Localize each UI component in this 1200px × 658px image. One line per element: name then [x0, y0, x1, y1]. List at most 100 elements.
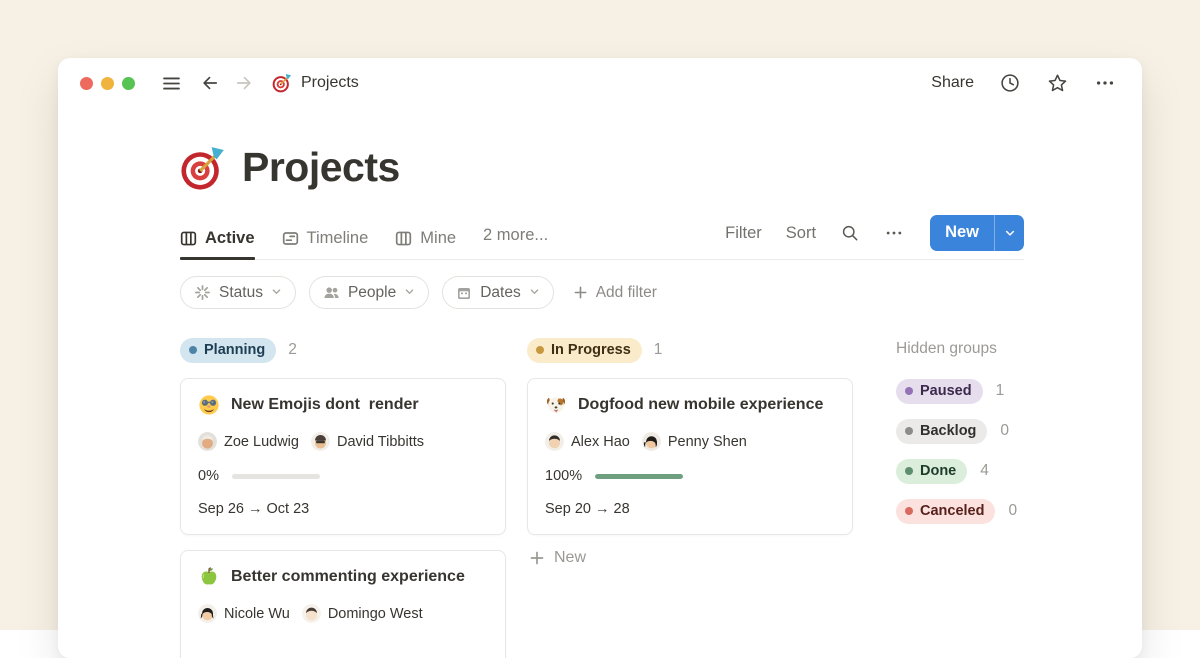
- add-filter-button[interactable]: Add filter: [573, 284, 657, 302]
- avatar: [198, 432, 217, 451]
- hidden-group-paused: Paused 1: [896, 378, 1017, 404]
- timeline-view-icon: [282, 230, 299, 247]
- status-dot: [905, 467, 913, 475]
- plus-icon: [573, 285, 588, 300]
- hidden-group-canceled: Canceled 0: [896, 498, 1017, 524]
- avatar: [302, 604, 321, 623]
- minimize-window-button[interactable]: [101, 77, 114, 90]
- group-count: 0: [1008, 502, 1017, 520]
- breadcrumb[interactable]: Projects: [272, 73, 359, 93]
- board-view-icon: [395, 230, 412, 247]
- traffic-lights: [80, 77, 135, 90]
- kanban-board: Planning 2: [180, 337, 1024, 658]
- person: Penny Shen: [642, 432, 747, 451]
- person: Nicole Wu: [198, 604, 290, 623]
- window-topbar: Projects Share: [58, 58, 1142, 108]
- people-icon: [323, 284, 340, 301]
- person: David Tibbitts: [311, 432, 424, 451]
- new-button[interactable]: New: [930, 215, 994, 251]
- page-title[interactable]: Projects: [180, 144, 1024, 191]
- status-pill-planning[interactable]: Planning: [180, 338, 276, 363]
- status-pill-paused[interactable]: Paused: [896, 379, 983, 404]
- column-count: 2: [288, 341, 297, 359]
- card-title-text: Dogfood new mobile experience: [578, 396, 823, 414]
- new-button-group: New: [930, 215, 1024, 251]
- new-card-button[interactable]: New: [527, 549, 853, 567]
- avatar: [545, 432, 564, 451]
- card-new-emojis[interactable]: New Emojis dont render Zoe Ludwig: [180, 378, 506, 535]
- page-content: Projects Active T: [58, 144, 1142, 658]
- board-view-icon: [180, 230, 197, 247]
- column-in-progress: In Progress 1: [527, 337, 853, 658]
- hidden-group-done: Done 4: [896, 458, 1017, 484]
- people-filter-chip[interactable]: People: [309, 276, 429, 309]
- tab-mine[interactable]: Mine: [395, 222, 456, 259]
- person: Domingo West: [302, 604, 423, 623]
- card-people-row: Zoe Ludwig David Tibbitts: [198, 432, 488, 451]
- column-count: 1: [654, 341, 663, 359]
- filter-button[interactable]: Filter: [725, 224, 762, 243]
- card-better-commenting[interactable]: Better commenting experience Nicole Wu: [180, 550, 506, 658]
- zoom-window-button[interactable]: [122, 77, 135, 90]
- group-count: 0: [1000, 422, 1009, 440]
- avatar: [311, 432, 330, 451]
- card-progress-row: 100%: [545, 468, 835, 484]
- card-list: Dogfood new mobile experience Alex Hao: [527, 378, 853, 535]
- hidden-group-backlog: Backlog 0: [896, 418, 1017, 444]
- progress-label: 0%: [198, 468, 219, 484]
- search-icon[interactable]: [840, 223, 860, 243]
- updates-clock-icon[interactable]: [999, 72, 1021, 94]
- view-tabs-bar: Active Timeline Mine: [180, 215, 1024, 260]
- status-dot: [905, 427, 913, 435]
- card-list: New Emojis dont render Zoe Ludwig: [180, 378, 506, 658]
- status-dot: [905, 387, 913, 395]
- card-dates: Sep 20 → 28: [545, 501, 835, 517]
- status-pill-backlog[interactable]: Backlog: [896, 419, 987, 444]
- sort-button[interactable]: Sort: [786, 224, 816, 243]
- share-button[interactable]: Share: [931, 74, 974, 92]
- back-arrow-icon[interactable]: [200, 73, 220, 93]
- more-tabs-link[interactable]: 2 more...: [483, 226, 548, 256]
- tab-active[interactable]: Active: [180, 222, 255, 259]
- view-options-icon[interactable]: [884, 223, 904, 243]
- chevron-down-icon: [529, 284, 540, 302]
- hidden-groups-list: Paused 1 Backlog 0: [896, 378, 1017, 524]
- dog-face-emoji-icon: [545, 394, 567, 416]
- status-pill-canceled[interactable]: Canceled: [896, 499, 995, 524]
- dates-filter-chip[interactable]: Dates: [442, 276, 554, 309]
- avatar: [642, 432, 661, 451]
- card-dogfood-mobile[interactable]: Dogfood new mobile experience Alex Hao: [527, 378, 853, 535]
- close-window-button[interactable]: [80, 77, 93, 90]
- card-dates: Sep 26 → Oct 23: [198, 501, 488, 517]
- card-people-row: Nicole Wu Domingo West: [198, 604, 488, 623]
- card-title-text: Better commenting experience: [231, 568, 465, 586]
- target-emoji-icon: [272, 73, 292, 93]
- card-progress-row: 0%: [198, 468, 488, 484]
- column-planning: Planning 2: [180, 337, 506, 658]
- plus-icon: [529, 550, 545, 566]
- sidebar-menu-icon[interactable]: [161, 73, 182, 94]
- hidden-groups-panel: Hidden groups Paused 1: [896, 337, 1017, 658]
- green-apple-emoji-icon: [198, 566, 220, 588]
- person: Zoe Ludwig: [198, 432, 299, 451]
- status-filter-chip[interactable]: Status: [180, 276, 296, 309]
- tab-timeline[interactable]: Timeline: [282, 222, 369, 259]
- status-pill-in-progress[interactable]: In Progress: [527, 338, 642, 363]
- view-tabs: Active Timeline Mine: [180, 222, 548, 259]
- forward-arrow-icon[interactable]: [234, 73, 254, 93]
- disguised-face-emoji-icon: [198, 394, 220, 416]
- avatar: [198, 604, 217, 623]
- group-count: 4: [980, 462, 989, 480]
- column-header: Planning 2: [180, 337, 506, 363]
- more-options-icon[interactable]: [1094, 72, 1116, 94]
- new-button-dropdown[interactable]: [994, 215, 1024, 251]
- group-count: 1: [996, 382, 1005, 400]
- card-title-text: New Emojis dont render: [231, 396, 419, 414]
- hidden-groups-title: Hidden groups: [896, 340, 1017, 358]
- app-window: Projects Share: [58, 58, 1142, 658]
- favorite-star-icon[interactable]: [1046, 72, 1069, 95]
- card-title-row: Better commenting experience: [198, 566, 488, 588]
- progress-fill: [595, 474, 683, 479]
- status-pill-done[interactable]: Done: [896, 459, 967, 484]
- status-spinner-icon: [194, 284, 211, 301]
